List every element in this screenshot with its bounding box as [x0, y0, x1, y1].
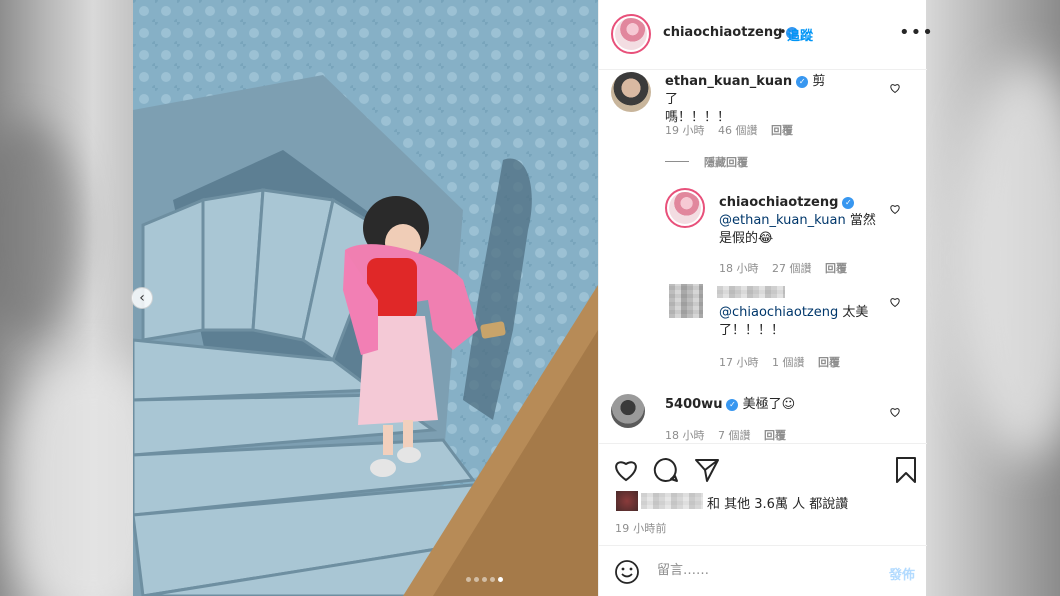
mention-link[interactable]: @ethan_kuan_kuan [719, 213, 846, 228]
comment-time[interactable]: 19 小時 [665, 124, 705, 137]
carousel-dots [466, 577, 503, 582]
like-comment-heart-icon[interactable] [889, 406, 901, 418]
post-comment-button[interactable]: 發佈 [889, 564, 915, 583]
blurred-backdrop-right [926, 0, 1060, 596]
likes-summary[interactable]: 和 其他 3.6萬 人 都說讚 [707, 493, 848, 512]
post-timestamp[interactable]: 19 小時前 [615, 520, 667, 536]
share-icon[interactable] [694, 457, 720, 483]
mention-link[interactable]: @chiaochiaotzeng [719, 305, 838, 320]
reply-likes[interactable]: 1 個讚 [772, 356, 805, 369]
like-reply-heart-icon[interactable] [889, 296, 901, 308]
reply-meta: 17 小時 1 個讚 回覆 [719, 354, 850, 370]
bookmark-icon[interactable] [895, 456, 917, 484]
reply-time[interactable]: 17 小時 [719, 356, 759, 369]
carousel-dot-active [498, 577, 503, 582]
like-comment-heart-icon[interactable] [889, 82, 901, 94]
author-avatar[interactable] [611, 14, 651, 54]
post-actions: 和 其他 3.6萬 人 都說讚 19 小時前 [599, 443, 927, 545]
comment-body-line: 美極了☺ [742, 397, 796, 412]
reply-button[interactable]: 回覆 [771, 124, 793, 137]
reply-body-line: 當然 [845, 213, 876, 228]
reply-author[interactable]: chiaochiaotzeng [719, 195, 838, 210]
redacted-username [717, 286, 785, 298]
comment-likes[interactable]: 7 個讚 [718, 429, 751, 442]
reply-time[interactable]: 18 小時 [719, 262, 759, 275]
follow-button[interactable]: 追蹤 [787, 25, 813, 44]
blurred-backdrop-left [0, 0, 133, 596]
comment-likes[interactable]: 46 個讚 [718, 124, 758, 137]
reply-body-line: 是假的😂 [719, 231, 774, 246]
post-side-panel: chiaochiaotzeng ✓ • 追蹤 ••• ethan_kuan_kua… [598, 0, 933, 596]
comment-author[interactable]: 5400wu [665, 397, 722, 412]
carousel-dot [474, 577, 479, 582]
comment-time[interactable]: 18 小時 [665, 429, 705, 442]
author-username[interactable]: chiaochiaotzeng [663, 25, 782, 40]
reply-button[interactable]: 回覆 [764, 429, 786, 442]
reply-likes[interactable]: 27 個讚 [772, 262, 812, 275]
add-comment-bar: 發佈 [599, 545, 927, 596]
reply-button[interactable]: 回覆 [825, 262, 847, 275]
comment-text: ethan_kuan_kuan ✓ 剪了 嗎！！！！ [665, 73, 835, 127]
hide-replies-button[interactable]: 隱藏回覆 [704, 154, 748, 170]
carousel-dot [482, 577, 487, 582]
reply-body-line: 太美 [838, 305, 869, 320]
verified-icon: ✓ [726, 398, 739, 411]
comment-icon[interactable] [653, 457, 679, 483]
verified-icon: ✓ [796, 75, 809, 88]
reply-body-line: 了！！！！ [719, 323, 785, 338]
comment-input[interactable] [655, 562, 859, 579]
reply-button[interactable]: 回覆 [818, 356, 840, 369]
comment-meta: 18 小時 7 個讚 回覆 [665, 427, 796, 442]
header-separator: • [779, 25, 787, 40]
reply-text: chiaochiaotzeng ✓ @ethan_kuan_kuan 當然 是假的… [719, 194, 889, 248]
carousel-dot [466, 577, 471, 582]
comments-list[interactable]: ethan_kuan_kuan ✓ 剪了 嗎！！！！ 19 小時 46 個讚 回覆… [599, 70, 927, 442]
like-reply-heart-icon[interactable] [889, 203, 901, 215]
redacted-avatar [669, 284, 703, 318]
photo-illustration [133, 0, 598, 596]
more-options-icon[interactable]: ••• [899, 22, 934, 43]
previous-slide-button[interactable]: ‹ [131, 287, 153, 309]
comment-meta: 19 小時 46 個讚 回覆 [665, 122, 803, 138]
comment-author[interactable]: ethan_kuan_kuan [665, 74, 792, 89]
post-photo[interactable] [133, 0, 598, 596]
emoji-icon[interactable] [614, 559, 640, 585]
heart-icon[interactable] [613, 458, 639, 482]
commenter-avatar[interactable] [611, 394, 645, 428]
post-header: chiaochiaotzeng ✓ • 追蹤 ••• [599, 0, 933, 70]
redacted-liker-name [641, 493, 703, 509]
commenter-avatar[interactable] [611, 72, 651, 112]
reply-author-avatar[interactable] [665, 188, 705, 228]
carousel-dot [490, 577, 495, 582]
verified-icon: ✓ [842, 196, 855, 209]
liker-avatar-redacted [616, 491, 638, 511]
comment-text: 5400wu ✓ 美極了☺ [665, 396, 835, 414]
replies-divider [665, 161, 689, 162]
reply-meta: 18 小時 27 個讚 回覆 [719, 260, 857, 276]
reply-text: @chiaochiaotzeng 太美 了！！！！ [719, 304, 889, 340]
